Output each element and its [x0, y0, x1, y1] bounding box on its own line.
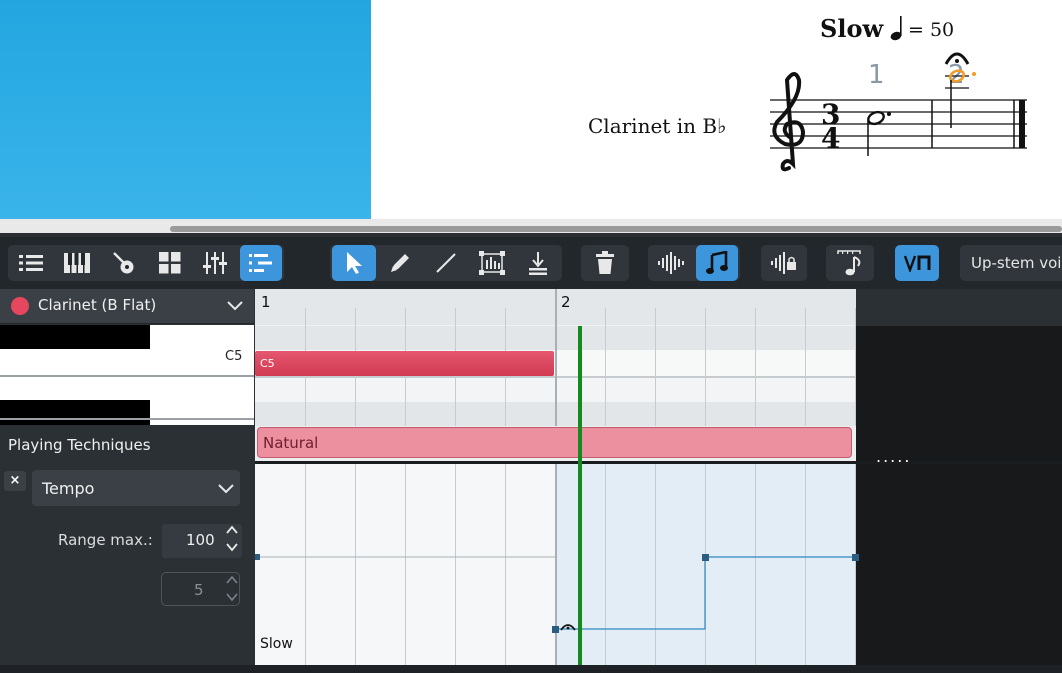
guitar-icon[interactable]: [103, 245, 143, 281]
score-margin-panel: [0, 0, 371, 219]
toolbar: [0, 237, 1062, 289]
technique-block-natural[interactable]: [257, 427, 852, 458]
mixer-icon[interactable]: [195, 245, 235, 281]
technique-label: Natural: [263, 434, 319, 452]
piano-roll-icon[interactable]: [240, 245, 282, 281]
tempo-text[interactable]: Slow: [820, 14, 883, 43]
instrument-name[interactable]: Clarinet in B♭: [588, 114, 726, 138]
automation-lane-label: Slow: [260, 636, 293, 652]
instrument-color-dot: [11, 297, 29, 315]
playing-techniques-label: Playing Techniques: [8, 436, 151, 454]
selected-note[interactable]: [944, 52, 976, 128]
trash-icon[interactable]: [585, 245, 625, 281]
chevron-down-icon[interactable]: [226, 296, 244, 314]
tempo-value: = 50: [908, 19, 955, 41]
spin-up-icon[interactable]: [225, 523, 239, 537]
key-label-c5: C5: [225, 349, 243, 364]
ruler-empty-area: [856, 289, 1062, 326]
key-divider: [0, 375, 254, 377]
range-max-label: Range max.:: [58, 531, 153, 549]
measure-label: 1: [261, 293, 271, 311]
line-icon[interactable]: [426, 245, 466, 281]
roll-empty-area: [856, 289, 1062, 665]
automation-point[interactable]: [552, 626, 559, 633]
select-arrow-icon[interactable]: [332, 245, 376, 281]
drag-handle-dots[interactable]: .....: [876, 447, 911, 466]
instrument-select-label: Clarinet (B Flat): [38, 296, 157, 314]
close-icon[interactable]: ×: [4, 471, 26, 491]
chevron-down-icon[interactable]: [217, 479, 235, 497]
locked-wave-icon[interactable]: [764, 245, 804, 281]
spin-down-icon[interactable]: [225, 540, 239, 554]
automation-point[interactable]: [255, 554, 260, 560]
bottom-scrollbar[interactable]: [0, 665, 1062, 673]
staff[interactable]: 3 4: [765, 40, 1035, 180]
note-icon[interactable]: [696, 245, 738, 281]
automation-point[interactable]: [852, 554, 859, 561]
note-block-label: C5: [260, 357, 275, 370]
stem-voice-select[interactable]: Up-stem voice: [960, 245, 1062, 281]
time-signature-bottom: 4: [821, 122, 840, 155]
piano-keyboard[interactable]: [0, 325, 254, 425]
range-max-value[interactable]: 100: [186, 531, 215, 549]
dotted-half-note[interactable]: [867, 110, 891, 156]
grid-icon[interactable]: [150, 245, 190, 281]
tempo-automation-curve[interactable]: [255, 464, 859, 665]
measure-label: 2: [561, 293, 571, 311]
duration-note-icon[interactable]: [830, 245, 870, 281]
insert-icon[interactable]: [518, 245, 558, 281]
playhead[interactable]: [578, 326, 582, 665]
chord-box-icon[interactable]: [472, 245, 512, 281]
velocity-wave-icon[interactable]: [651, 245, 691, 281]
piano-icon[interactable]: [57, 245, 97, 281]
quarter-note-icon: [890, 16, 902, 41]
spin-down-icon[interactable]: [225, 590, 239, 604]
black-key[interactable]: [0, 400, 150, 425]
note-block[interactable]: [255, 351, 554, 376]
automation-point[interactable]: [702, 554, 709, 561]
black-key[interactable]: [0, 325, 150, 349]
list-icon[interactable]: [11, 245, 51, 281]
pencil-icon[interactable]: [380, 245, 420, 281]
key-divider: [0, 418, 254, 420]
spin-up-icon[interactable]: [225, 573, 239, 587]
bowing-icon[interactable]: [895, 245, 939, 281]
range-min-value[interactable]: 5: [194, 581, 204, 599]
automation-param-label: Tempo: [42, 479, 95, 498]
scroll-thumb[interactable]: [170, 226, 1062, 232]
